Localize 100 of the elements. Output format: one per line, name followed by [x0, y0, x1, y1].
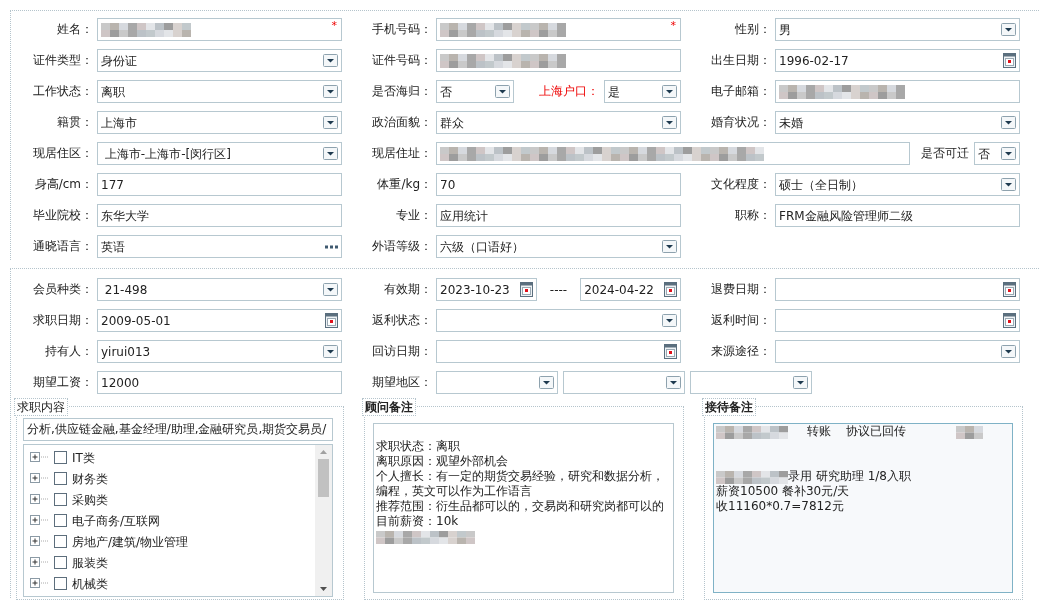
dropdown-icon: [494, 85, 510, 98]
tree-item[interactable]: IT类: [72, 448, 95, 467]
calendar-icon: [519, 282, 533, 297]
tree-item[interactable]: 机械类: [72, 574, 108, 593]
expand-icon[interactable]: [30, 578, 50, 589]
dropdown-field[interactable]: 男: [775, 18, 1020, 41]
tree-item[interactable]: 服装类: [72, 553, 108, 572]
field-label: 婚育状况：: [710, 114, 771, 131]
expand-icon[interactable]: [30, 515, 50, 526]
checkbox[interactable]: [54, 556, 67, 569]
checkbox[interactable]: [54, 514, 67, 527]
dropdown-field[interactable]: [775, 340, 1020, 363]
field-value: 2024-04-22: [584, 281, 655, 299]
dropdown-icon: [1001, 345, 1016, 358]
dropdown-field[interactable]: 否: [974, 142, 1020, 165]
field-label: 现居住区：: [32, 145, 93, 162]
field-label: 退费日期：: [710, 281, 771, 298]
dropdown-field[interactable]: 离职: [97, 80, 342, 103]
calendar-icon: [1003, 313, 1016, 328]
tree-item[interactable]: 房地产/建筑/物业管理: [72, 532, 189, 551]
field-label: 通晓语言：: [32, 238, 93, 255]
note-line: 录用 研究助理 1/8入职: [788, 469, 911, 484]
dropdown-field[interactable]: 上海市: [97, 111, 342, 134]
checkbox[interactable]: [54, 577, 67, 590]
date-field[interactable]: 2009-05-01: [97, 309, 342, 332]
dropdown-icon: [1001, 147, 1016, 160]
dropdown-icon: [1001, 23, 1016, 36]
dropdown-field[interactable]: 未婚: [775, 111, 1020, 134]
dropdown-field[interactable]: 身份证: [97, 49, 342, 72]
field-label: 身高/cm：: [33, 176, 93, 193]
tree-item[interactable]: 电子商务/互联网: [72, 511, 161, 530]
field-label: 出生日期：: [710, 52, 771, 69]
input-field[interactable]: 英语: [97, 235, 342, 258]
date-field[interactable]: 2024-04-22: [580, 278, 681, 301]
field-label: 专业：: [395, 207, 432, 224]
notes-field[interactable]: 求职状态：离职 离职原因：观望外部机会 个人擅长：有一定的期货交易经验，研究和数据分析，编程，英文可以作为工作语言 推荐范围：衍生品都可以的，交易岗和研究岗都可以的 目前薪资：10k: [373, 423, 674, 593]
field-label: 是否海归：: [371, 83, 432, 100]
expand-icon[interactable]: [30, 536, 50, 547]
field-label: 电子邮箱：: [710, 83, 771, 100]
date-field[interactable]: [775, 309, 1020, 332]
field-value: 否: [440, 83, 453, 101]
field-label: 外语等级：: [371, 238, 432, 255]
input-field[interactable]: 东华大学: [97, 204, 342, 227]
input-field[interactable]: *: [436, 18, 681, 41]
input-field[interactable]: [436, 142, 910, 165]
expand-icon[interactable]: [30, 557, 50, 568]
dropdown-field[interactable]: 否: [436, 80, 514, 103]
tree-item[interactable]: 采购类: [72, 490, 108, 509]
scrollbar[interactable]: [315, 445, 332, 596]
dropdown-icon: [539, 376, 554, 389]
expand-icon[interactable]: [30, 494, 50, 505]
field-value: 东华大学: [101, 207, 150, 225]
dropdown-field[interactable]: yirui013: [97, 340, 342, 363]
dropdown-field[interactable]: [436, 371, 558, 394]
field-label: 期望工资：: [32, 374, 93, 391]
input-field[interactable]: [436, 49, 681, 72]
input-field[interactable]: 70: [436, 173, 681, 196]
checkbox[interactable]: [54, 535, 67, 548]
input-field[interactable]: 12000: [97, 371, 342, 394]
input-field[interactable]: 分析,供应链金融,基金经理/助理,金融研究员,期货交易员/: [23, 418, 333, 441]
date-field[interactable]: [436, 340, 681, 363]
input-field[interactable]: *: [97, 18, 342, 41]
date-field[interactable]: 2023-10-23: [436, 278, 537, 301]
dropdown-icon: [793, 376, 808, 389]
dropdown-field[interactable]: 群众: [436, 111, 681, 134]
field-label: 政治面貌：: [371, 114, 432, 131]
input-field[interactable]: FRM金融风险管理师二级: [775, 204, 1020, 227]
checkbox[interactable]: [54, 493, 67, 506]
field-label: 体重/kg：: [376, 176, 432, 193]
field-label: 现居住址：: [371, 145, 432, 162]
panel-title: 求职内容: [14, 398, 68, 416]
field-label: 上海户口：: [537, 83, 599, 100]
calendar-icon: [325, 313, 338, 328]
dropdown-field[interactable]: 21-498: [97, 278, 342, 301]
dropdown-field[interactable]: 六级（口语好）: [436, 235, 681, 258]
dropdown-field[interactable]: 是: [603, 80, 681, 103]
checkbox[interactable]: [54, 472, 67, 485]
dropdown-field[interactable]: [690, 371, 812, 394]
field-value: 21-498: [103, 281, 149, 299]
date-field[interactable]: 1996-02-17: [775, 49, 1020, 72]
expand-icon[interactable]: [30, 452, 50, 463]
field-label: 手机号码：: [371, 21, 432, 38]
more-icon: [325, 244, 338, 249]
date-field[interactable]: [775, 278, 1020, 301]
notes-field[interactable]: 转账 协议已回传 录用 研究助理 1/8入职 薪资10500 餐补30元/天 收11160*0.7=7812元: [713, 423, 1013, 593]
field-value: FRM金融风险管理师二级: [779, 207, 914, 225]
calendar-icon: [1003, 53, 1016, 68]
dropdown-field[interactable]: [563, 371, 685, 394]
note-line: 目前薪资：10k: [376, 514, 459, 529]
input-field[interactable]: 177: [97, 173, 342, 196]
dropdown-field[interactable]: [436, 309, 681, 332]
tree-item[interactable]: 财务类: [72, 469, 108, 488]
checkbox[interactable]: [54, 451, 67, 464]
expand-icon[interactable]: [30, 473, 50, 484]
input-field[interactable]: 应用统计: [436, 204, 681, 227]
dropdown-field[interactable]: 上海市-上海市-[闵行区]: [97, 142, 342, 165]
input-field[interactable]: [775, 80, 1020, 103]
field-value: 1996-02-17: [779, 52, 850, 70]
dropdown-field[interactable]: 硕士（全日制）: [775, 173, 1020, 196]
field-value: 是: [607, 83, 621, 101]
